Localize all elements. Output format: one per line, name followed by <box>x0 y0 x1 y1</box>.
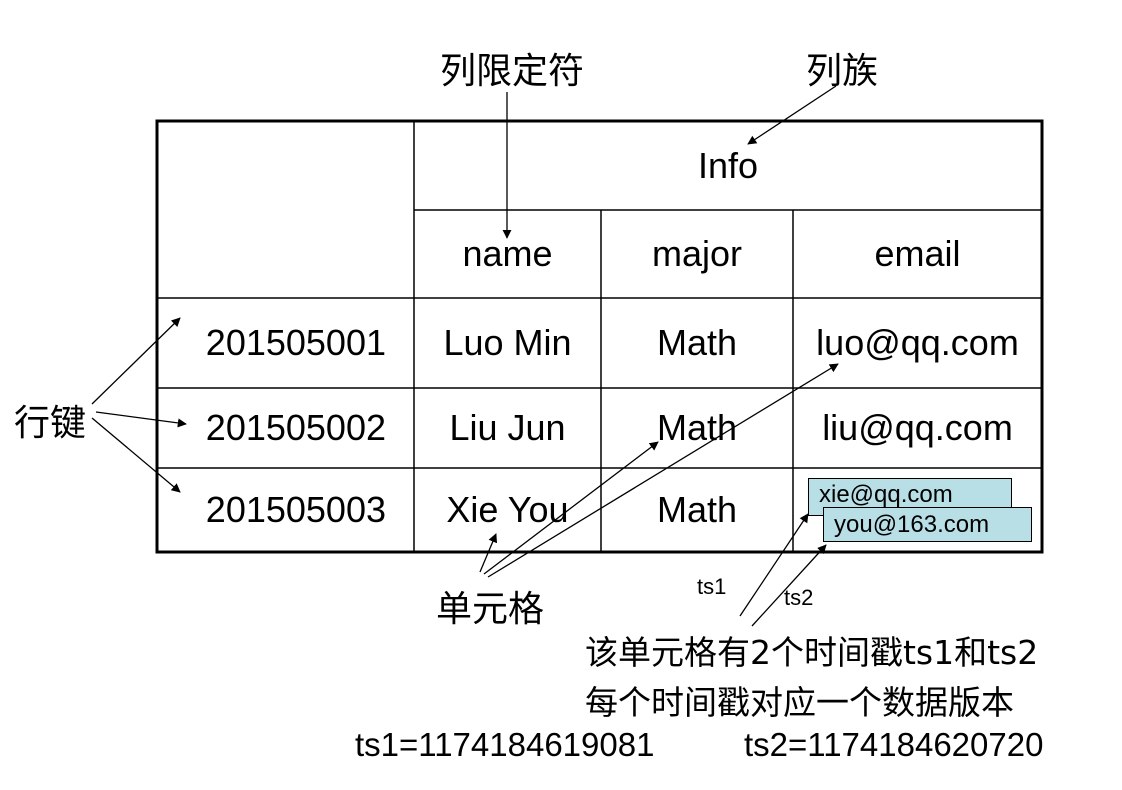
arrow-rowkey-1 <box>91 317 181 405</box>
arrow-ts1 <box>739 513 809 617</box>
arrow-rowkey-3 <box>91 417 181 493</box>
arrow-rowkey-2 <box>95 411 187 428</box>
arrow-cell-3 <box>487 363 839 578</box>
arrow-ts2 <box>751 544 827 627</box>
arrow-family <box>747 85 837 145</box>
annotation-arrows <box>91 85 839 627</box>
arrow-cell-2 <box>483 441 659 575</box>
